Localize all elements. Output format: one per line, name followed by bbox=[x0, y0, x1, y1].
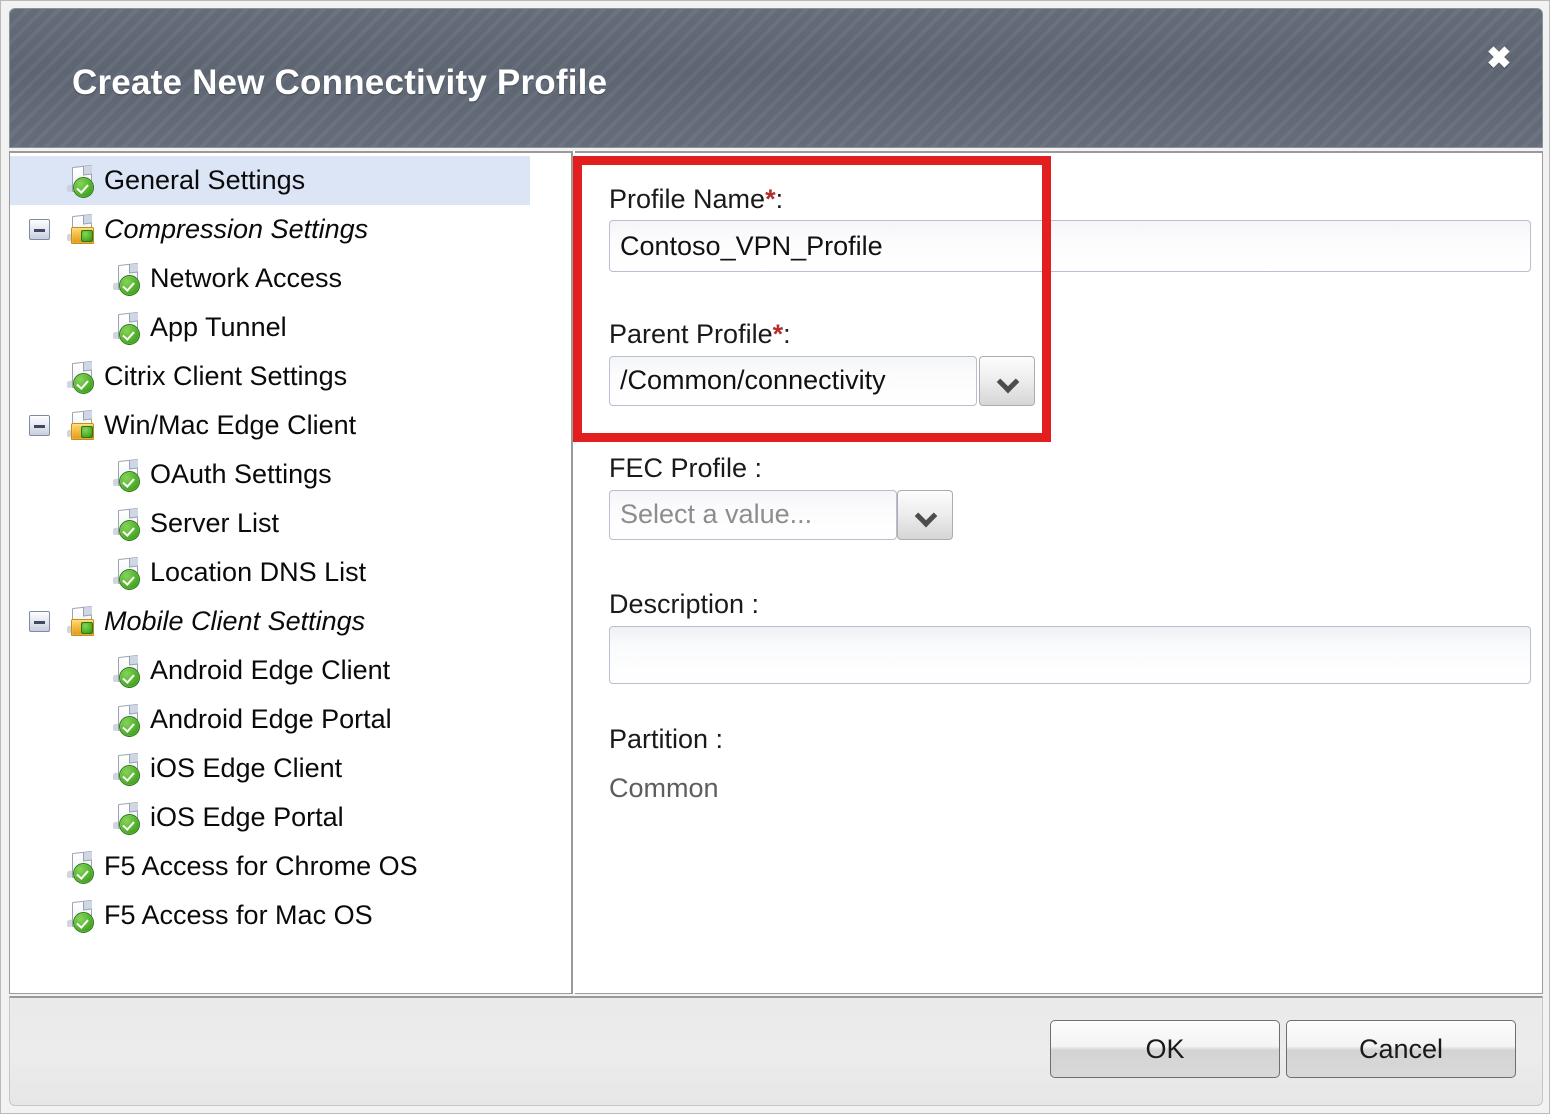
chevron-down-icon bbox=[999, 374, 1015, 383]
folder-check-icon bbox=[65, 213, 97, 246]
collapse-toggle-icon[interactable] bbox=[29, 415, 50, 436]
sidebar-item-label: Network Access bbox=[150, 263, 343, 293]
description-label: Description : bbox=[609, 589, 760, 619]
required-asterisk: * bbox=[765, 184, 776, 214]
general-settings-panel: Profile Name*: Parent Profile*: /Common/… bbox=[575, 151, 1543, 994]
settings-nav-tree: General Settings Compression Settings Netw… bbox=[9, 151, 573, 994]
chevron-down-icon bbox=[917, 508, 933, 517]
dialog-titlebar: Create New Connectivity Profile ✖ bbox=[9, 8, 1543, 148]
sidebar-item-f5-access-for-mac-os[interactable]: F5 Access for Mac OS bbox=[10, 891, 571, 940]
page-check-icon bbox=[111, 556, 143, 590]
collapse-toggle-icon[interactable] bbox=[29, 219, 50, 240]
ok-button[interactable]: OK bbox=[1050, 1020, 1280, 1078]
sidebar-item-label: Location DNS List bbox=[150, 557, 367, 587]
sidebar-item-network-access[interactable]: Network Access bbox=[10, 254, 571, 303]
page-check-icon bbox=[65, 164, 97, 198]
sidebar-item-general-settings[interactable]: General Settings bbox=[10, 156, 530, 205]
sidebar-item-label: General Settings bbox=[104, 165, 306, 195]
page-check-icon bbox=[111, 262, 143, 296]
sidebar-item-compression-settings[interactable]: Compression Settings bbox=[10, 205, 571, 254]
page-check-icon bbox=[111, 311, 143, 345]
parent-profile-select[interactable]: /Common/connectivity bbox=[609, 356, 977, 406]
sidebar-item-label: Compression Settings bbox=[104, 214, 369, 244]
sidebar-item-label: Mobile Client Settings bbox=[104, 606, 366, 636]
cancel-button[interactable]: Cancel bbox=[1286, 1020, 1516, 1078]
parent-profile-label-text: Parent Profile bbox=[609, 319, 773, 349]
parent-profile-label: Parent Profile*: bbox=[609, 319, 791, 350]
description-textarea[interactable] bbox=[609, 626, 1531, 684]
sidebar-item-label: Citrix Client Settings bbox=[104, 361, 348, 391]
sidebar-item-server-list[interactable]: Server List bbox=[10, 499, 571, 548]
sidebar-item-f5-access-for-chrome-os[interactable]: F5 Access for Chrome OS bbox=[10, 842, 571, 891]
dialog-footer: OK Cancel bbox=[9, 996, 1543, 1106]
page-check-icon bbox=[111, 458, 143, 492]
sidebar-item-android-edge-client[interactable]: Android Edge Client bbox=[10, 646, 571, 695]
sidebar-item-label: App Tunnel bbox=[150, 312, 287, 342]
page-check-icon bbox=[111, 654, 143, 688]
sidebar-item-mobile-client-settings[interactable]: Mobile Client Settings bbox=[10, 597, 571, 646]
profile-name-label: Profile Name*: bbox=[609, 184, 783, 215]
sidebar-item-label: Android Edge Client bbox=[150, 655, 391, 685]
sidebar-item-oauth-settings[interactable]: OAuth Settings bbox=[10, 450, 571, 499]
close-icon[interactable]: ✖ bbox=[1480, 39, 1518, 79]
page-check-icon bbox=[65, 360, 97, 394]
page-check-icon bbox=[111, 703, 143, 737]
page-check-icon bbox=[111, 801, 143, 835]
dialog-body: General Settings Compression Settings Netw… bbox=[9, 151, 1543, 994]
sidebar-item-location-dns-list[interactable]: Location DNS List bbox=[10, 548, 571, 597]
sidebar-item-label: Android Edge Portal bbox=[150, 704, 392, 734]
folder-check-icon bbox=[65, 409, 97, 442]
sidebar-item-app-tunnel[interactable]: App Tunnel bbox=[10, 303, 571, 352]
page-check-icon bbox=[65, 899, 97, 933]
page-check-icon bbox=[111, 752, 143, 786]
sidebar-item-label: iOS Edge Client bbox=[150, 753, 343, 783]
sidebar-item-label: Win/Mac Edge Client bbox=[104, 410, 357, 440]
profile-name-input[interactable] bbox=[609, 220, 1531, 272]
sidebar-item-citrix-client-settings[interactable]: Citrix Client Settings bbox=[10, 352, 571, 401]
fec-profile-label: FEC Profile : bbox=[609, 453, 763, 483]
page-check-icon bbox=[65, 850, 97, 884]
sidebar-item-label: iOS Edge Portal bbox=[150, 802, 344, 832]
profile-name-colon: : bbox=[775, 184, 784, 214]
folder-check-icon bbox=[65, 605, 97, 638]
fec-profile-select[interactable]: Select a value... bbox=[609, 490, 897, 540]
sidebar-item-win-mac-edge-client[interactable]: Win/Mac Edge Client bbox=[10, 401, 571, 450]
sidebar-item-ios-edge-portal[interactable]: iOS Edge Portal bbox=[10, 793, 571, 842]
collapse-toggle-icon[interactable] bbox=[29, 611, 50, 632]
sidebar-item-label: F5 Access for Chrome OS bbox=[104, 851, 418, 881]
sidebar-item-label: F5 Access for Mac OS bbox=[104, 900, 373, 930]
sidebar-item-label: OAuth Settings bbox=[150, 459, 332, 489]
profile-name-label-text: Profile Name bbox=[609, 184, 766, 214]
parent-profile-dropdown-button[interactable] bbox=[979, 356, 1035, 406]
sidebar-item-ios-edge-client[interactable]: iOS Edge Client bbox=[10, 744, 571, 793]
fec-profile-dropdown-button[interactable] bbox=[897, 490, 953, 540]
parent-profile-colon: : bbox=[783, 319, 791, 349]
partition-value: Common bbox=[609, 773, 719, 803]
create-connectivity-profile-dialog: Create New Connectivity Profile ✖ Genera… bbox=[0, 0, 1550, 1114]
partition-label: Partition : bbox=[609, 724, 724, 754]
sidebar-item-label: Server List bbox=[150, 508, 280, 538]
page-check-icon bbox=[111, 507, 143, 541]
tree-list: General Settings Compression Settings Netw… bbox=[10, 156, 571, 940]
sidebar-item-android-edge-portal[interactable]: Android Edge Portal bbox=[10, 695, 571, 744]
dialog-title: Create New Connectivity Profile bbox=[72, 63, 608, 102]
required-asterisk: * bbox=[772, 319, 784, 349]
